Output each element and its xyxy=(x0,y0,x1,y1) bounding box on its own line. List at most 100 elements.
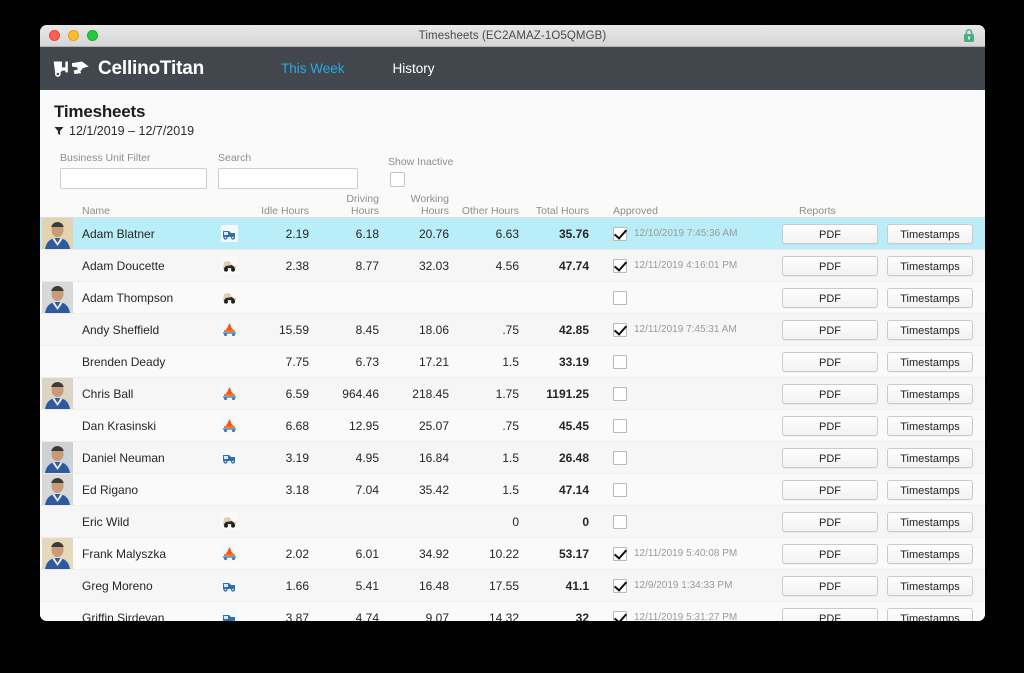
timesheets-table: Name Idle Hours Driving Hours Working Ho… xyxy=(40,193,985,621)
cell-total-hours: 32 xyxy=(575,610,589,622)
table-row[interactable]: Daniel Neuman 3.19 4.95 16.84 1.5 26.48 PDF Tim… xyxy=(40,441,985,474)
reports-cell: PDF Timestamps xyxy=(753,415,985,436)
approved-checkbox[interactable] xyxy=(613,578,627,593)
approved-checkbox[interactable] xyxy=(613,482,627,497)
date-range-filter[interactable]: 12/1/2019 – 12/7/2019 xyxy=(54,124,985,138)
table-row[interactable]: Adam Blatner 2.19 6.18 20.76 6.63 35.76 12/10/… xyxy=(40,217,985,250)
cell-driving-hours: 6.73 xyxy=(355,354,379,369)
table-row[interactable]: Griffin Sirdevan 3.87 4.74 9.07 14.32 32 12/11… xyxy=(40,602,985,621)
cell-total-hours: 26.48 xyxy=(558,450,589,465)
pdf-report-button[interactable]: PDF xyxy=(782,479,878,500)
cell-working-hours: 32.03 xyxy=(418,258,449,273)
timestamps-report-button[interactable]: Timestamps xyxy=(887,607,973,621)
minimize-window-button[interactable] xyxy=(68,30,79,41)
reports-cell: PDF Timestamps xyxy=(753,255,985,276)
timestamps-report-button[interactable]: Timestamps xyxy=(887,575,973,596)
cell-other-hours: 17.55 xyxy=(488,578,519,593)
app-window: Timesheets (EC2AMAZ-1O5QMGB) CellinoTita… xyxy=(40,25,985,621)
approved-checkbox[interactable] xyxy=(613,258,627,273)
pdf-report-button[interactable]: PDF xyxy=(782,543,878,564)
close-window-button[interactable] xyxy=(49,30,60,41)
timestamps-report-button[interactable]: Timestamps xyxy=(887,351,973,372)
cell-name: Chris Ball xyxy=(82,386,134,401)
table-row[interactable]: Adam Thompson PDF Timestamps xyxy=(40,281,985,314)
approved-checkbox[interactable] xyxy=(613,514,627,529)
vehicle-icon-cell xyxy=(207,225,251,242)
table-row[interactable]: Ed Rigano 3.18 7.04 35.42 1.5 47.14 PDF Timesta… xyxy=(40,473,985,506)
nav-link-history[interactable]: History xyxy=(369,61,459,76)
timestamps-report-button[interactable]: Timestamps xyxy=(887,255,973,276)
business-unit-filter-input[interactable] xyxy=(60,168,207,189)
cell-other-hours: 1.5 xyxy=(502,354,519,369)
timestamps-report-button[interactable]: Timestamps xyxy=(887,447,973,468)
approved-cell: 12/11/2019 5:31:27 PM xyxy=(601,610,753,621)
nav-link-this-week[interactable]: This Week xyxy=(257,61,369,76)
approved-checkbox[interactable] xyxy=(613,546,627,561)
app-logo[interactable]: CellinoTitan xyxy=(52,58,204,80)
timestamps-report-button[interactable]: Timestamps xyxy=(887,383,973,404)
black-loader-icon xyxy=(220,257,238,274)
approved-checkbox[interactable] xyxy=(613,418,627,433)
approved-checkbox[interactable] xyxy=(613,322,627,337)
table-row[interactable]: Chris Ball 6.59 964.46 218.45 1.75 1191.25 PDF… xyxy=(40,377,985,410)
cell-working-hours: 9.07 xyxy=(425,610,449,622)
avatar-cell xyxy=(42,570,74,602)
pdf-report-button[interactable]: PDF xyxy=(782,415,878,436)
cell-idle-hours: 15.59 xyxy=(278,322,309,337)
vehicle-icon-cell xyxy=(207,289,251,306)
pdf-report-button[interactable]: PDF xyxy=(782,255,878,276)
cell-other-hours: 4.56 xyxy=(495,258,519,273)
pdf-report-button[interactable]: PDF xyxy=(782,607,878,621)
vehicle-icon-cell xyxy=(207,449,251,466)
avatar xyxy=(42,441,73,473)
timestamps-report-button[interactable]: Timestamps xyxy=(887,511,973,532)
approved-checkbox[interactable] xyxy=(613,290,627,305)
avatar-cell xyxy=(42,473,74,506)
header-driving-hours: Driving Hours xyxy=(346,193,379,217)
reports-cell: PDF Timestamps xyxy=(753,575,985,596)
table-row[interactable]: Greg Moreno 1.66 5.41 16.48 17.55 41.1 12/9/20… xyxy=(40,570,985,602)
timestamps-report-button[interactable]: Timestamps xyxy=(887,319,973,340)
pdf-report-button[interactable]: PDF xyxy=(782,511,878,532)
approved-checkbox[interactable] xyxy=(613,450,627,465)
approved-checkbox[interactable] xyxy=(613,226,627,241)
table-row[interactable]: Adam Doucette 2.38 8.77 32.03 4.56 47.74 12/11… xyxy=(40,250,985,282)
approved-timestamp: 12/10/2019 7:45:36 AM xyxy=(634,228,738,239)
pdf-report-button[interactable]: PDF xyxy=(782,447,878,468)
maximize-window-button[interactable] xyxy=(87,30,98,41)
green-lock-icon xyxy=(964,29,974,42)
avatar-cell xyxy=(42,441,74,474)
approved-cell xyxy=(601,354,753,369)
cell-driving-hours: 8.45 xyxy=(355,322,379,337)
approved-checkbox[interactable] xyxy=(613,610,627,621)
page-header: Timesheets 12/1/2019 – 12/7/2019 xyxy=(40,90,985,138)
search-input[interactable] xyxy=(218,168,358,189)
table-row[interactable]: Eric Wild 0 0 PDF Timestamps xyxy=(40,506,985,538)
cell-working-hours: 17.21 xyxy=(418,354,449,369)
pdf-report-button[interactable]: PDF xyxy=(782,223,878,244)
pdf-report-button[interactable]: PDF xyxy=(782,319,878,340)
header-reports: Reports xyxy=(753,205,985,217)
approved-checkbox[interactable] xyxy=(613,354,627,369)
blue-truck-icon xyxy=(220,577,238,594)
timestamps-report-button[interactable]: Timestamps xyxy=(887,543,973,564)
pdf-report-button[interactable]: PDF xyxy=(782,383,878,404)
cell-total-hours: 53.17 xyxy=(558,546,589,561)
timestamps-report-button[interactable]: Timestamps xyxy=(887,287,973,308)
cell-name: Daniel Neuman xyxy=(82,450,165,465)
cement-truck-logo-icon xyxy=(53,61,89,77)
table-row[interactable]: Dan Krasinski 6.68 12.95 25.07 .75 45.45 PDF Ti… xyxy=(40,410,985,442)
table-row[interactable]: Andy Sheffield 15.59 8.45 18.06 .75 42.85 12/1… xyxy=(40,314,985,346)
timestamps-report-button[interactable]: Timestamps xyxy=(887,223,973,244)
table-row[interactable]: Brenden Deady 7.75 6.73 17.21 1.5 33.19 PDF Tim… xyxy=(40,346,985,378)
timestamps-report-button[interactable]: Timestamps xyxy=(887,415,973,436)
pdf-report-button[interactable]: PDF xyxy=(782,287,878,308)
date-range-label: 12/1/2019 – 12/7/2019 xyxy=(69,124,195,138)
pdf-report-button[interactable]: PDF xyxy=(782,575,878,596)
approved-checkbox[interactable] xyxy=(613,386,627,401)
cell-name: Adam Doucette xyxy=(82,258,165,273)
pdf-report-button[interactable]: PDF xyxy=(782,351,878,372)
timestamps-report-button[interactable]: Timestamps xyxy=(887,479,973,500)
table-row[interactable]: Frank Malyszka 2.02 6.01 34.92 10.22 53.17 12/… xyxy=(40,537,985,570)
show-inactive-checkbox[interactable] xyxy=(390,172,405,187)
